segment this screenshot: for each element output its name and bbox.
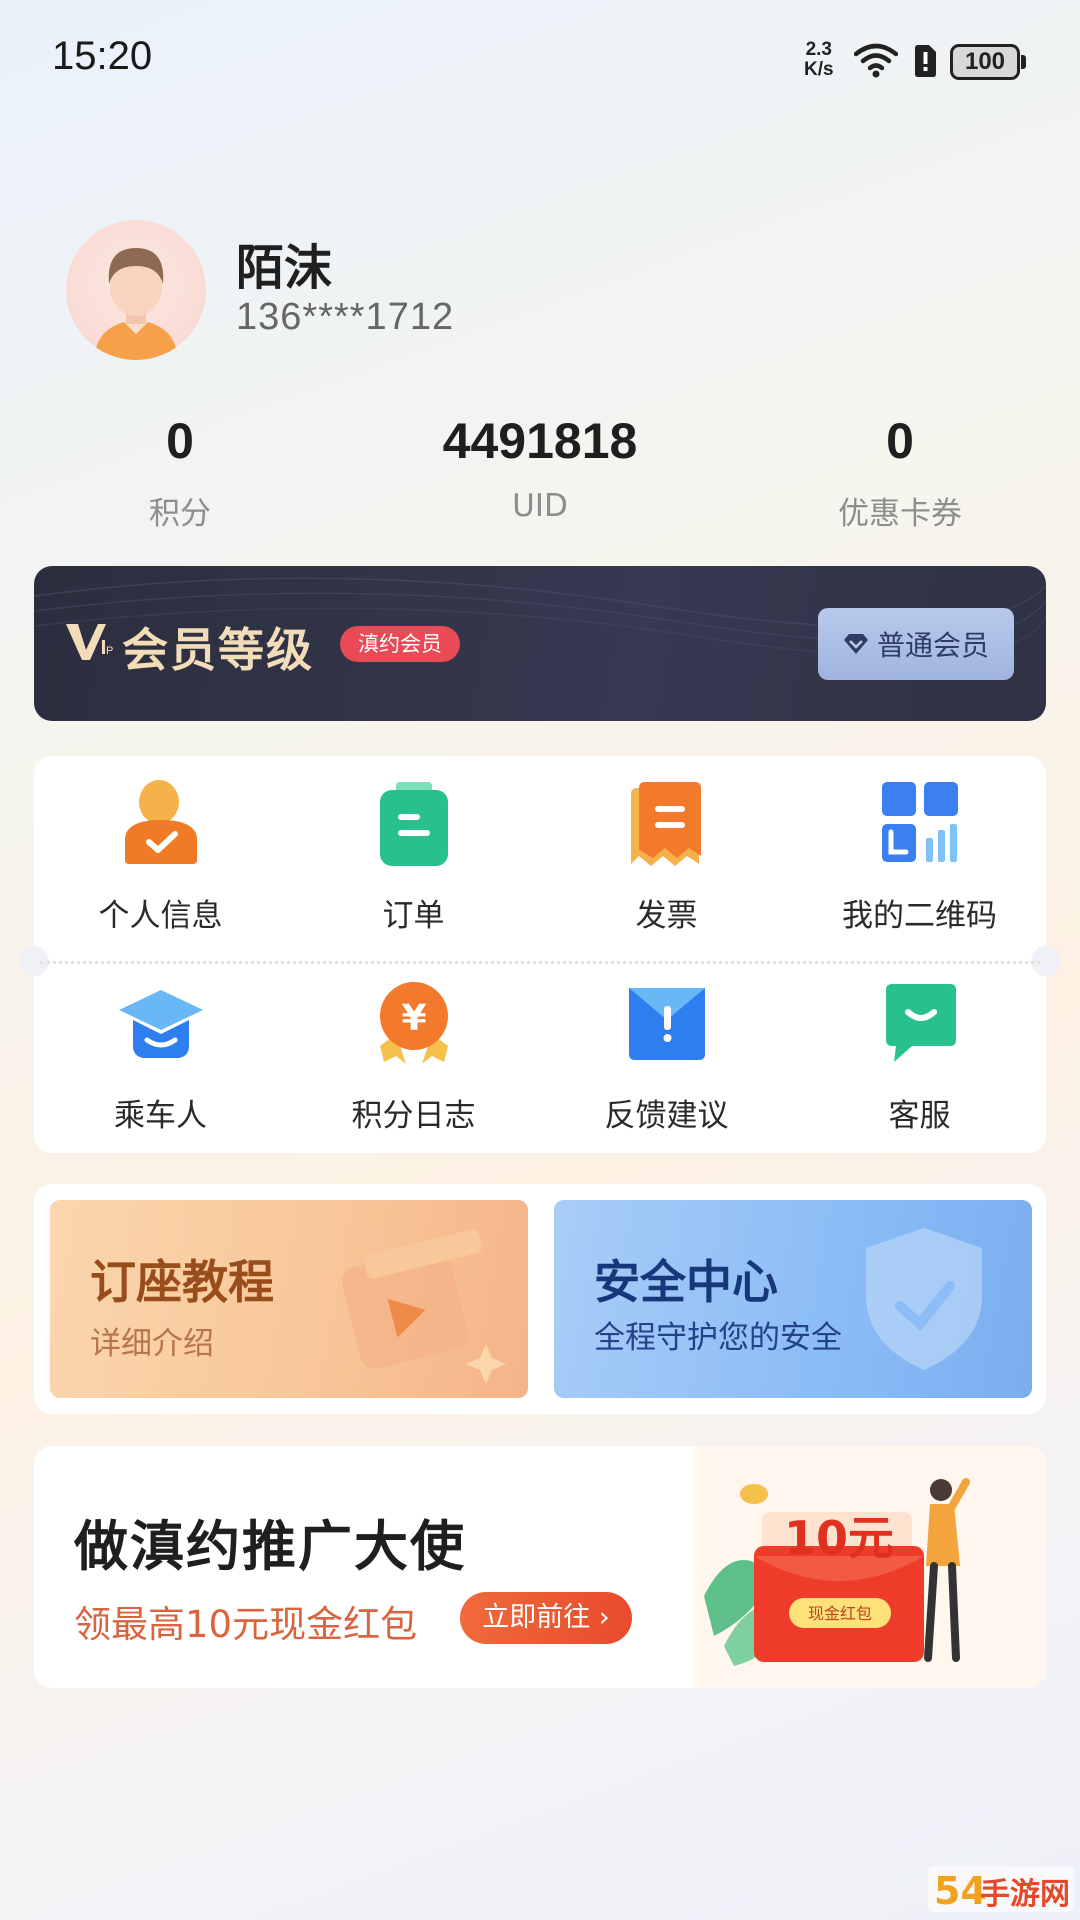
vip-level-button[interactable]: 普通会员 <box>818 608 1014 680</box>
vip-level-label: 普通会员 <box>876 629 989 662</box>
battery-icon: 100 <box>950 44 1026 80</box>
grid-item-invoice[interactable]: 发票 <box>540 776 793 935</box>
grid-label: 乘车人 <box>114 1098 207 1134</box>
stat-value: 0 <box>166 413 194 469</box>
feedback-icon <box>628 988 705 1060</box>
seat-tutorial-card[interactable]: 订座教程 详细介绍 <box>50 1200 528 1398</box>
grid-label: 客服 <box>888 1098 951 1134</box>
avatar[interactable] <box>66 220 206 360</box>
promo-title: 订座教程 <box>90 1255 274 1309</box>
diamond-icon <box>843 634 868 654</box>
network-speed: 2.3 K/s <box>804 39 834 80</box>
promo-title: 安全中心 <box>594 1255 778 1309</box>
stat-uid[interactable]: 4491818 UID <box>390 406 690 524</box>
vip-tag: 滇约会员 <box>340 626 460 662</box>
stat-label: 优惠卡券 <box>838 496 962 532</box>
invite-subtitle: 领最高10元现金红包 <box>74 1603 418 1646</box>
ambassador-banner[interactable]: 做滇约推广大使 领最高10元现金红包 立即前往 › 10元 现金红包 <box>34 1446 1046 1688</box>
go-now-button[interactable]: 立即前往 › <box>460 1592 632 1644</box>
wifi-icon <box>854 43 898 78</box>
envelope-label: 现金红包 <box>808 1604 872 1623</box>
video-clapper-icon <box>342 1229 506 1384</box>
envelope-amount: 10元 <box>784 1511 894 1565</box>
invoice-icon <box>630 782 701 866</box>
status-bar: 15:20 2.3 K/s 100 <box>0 0 1080 120</box>
site-watermark-logo: 54 手游网 <box>928 1866 1074 1913</box>
grid-item-customer-service[interactable]: 客服 <box>793 976 1046 1135</box>
avatar-person-icon <box>94 248 178 360</box>
shield-icon <box>866 1228 982 1370</box>
security-center-card[interactable]: 安全中心 全程守护您的安全 <box>554 1200 1032 1398</box>
stat-value: 4491818 <box>442 413 638 469</box>
promo-subtitle: 全程守护您的安全 <box>594 1320 842 1356</box>
passenger-icon <box>118 990 203 1058</box>
vip-banner[interactable]: P 会员等级 滇约会员 普通会员 <box>34 566 1046 721</box>
red-envelope-illustration: 10元 现金红包 <box>694 1446 1046 1688</box>
grid-label: 发票 <box>635 898 698 934</box>
stat-coupons[interactable]: 0 优惠卡券 <box>750 406 1050 533</box>
order-icon <box>379 782 448 866</box>
svg-text:¥: ¥ <box>401 998 426 1039</box>
points-log-icon: ¥ <box>379 982 448 1064</box>
vip-title: 会员等级 <box>122 623 314 677</box>
grid-item-points-log[interactable]: ¥ 积分日志 <box>287 976 540 1135</box>
user-name: 陌沫 <box>236 240 333 296</box>
stat-label: 积分 <box>149 496 211 532</box>
sim-icon <box>915 45 936 77</box>
personal-info-icon <box>124 780 197 864</box>
stat-value: 0 <box>886 413 914 469</box>
grid-item-personal-info[interactable]: 个人信息 <box>34 776 287 935</box>
invite-title: 做滇约推广大使 <box>74 1515 466 1578</box>
svg-text:P: P <box>106 645 113 657</box>
stat-label: UID <box>512 488 568 524</box>
grid-item-feedback[interactable]: 反馈建议 <box>540 976 793 1135</box>
status-time: 15:20 <box>52 34 153 78</box>
promo-subtitle: 详细介绍 <box>90 1326 214 1362</box>
customer-service-icon <box>885 984 956 1062</box>
grid-label: 订单 <box>382 898 445 934</box>
stat-points[interactable]: 0 积分 <box>30 406 330 533</box>
svg-text:手游网: 手游网 <box>980 1877 1070 1912</box>
qr-code-icon <box>881 782 958 862</box>
grid-label: 我的二维码 <box>842 898 997 934</box>
svg-text:54: 54 <box>934 1869 987 1913</box>
grid-divider <box>40 961 1040 964</box>
user-phone: 136****1712 <box>236 296 455 338</box>
grid-item-passenger[interactable]: 乘车人 <box>34 976 287 1135</box>
vip-logo-icon: P <box>66 624 113 660</box>
grid-label: 反馈建议 <box>604 1098 729 1134</box>
grid-label: 个人信息 <box>98 898 223 934</box>
grid-label: 积分日志 <box>351 1098 476 1134</box>
grid-item-orders[interactable]: 订单 <box>287 776 540 935</box>
grid-item-qr-code[interactable]: 我的二维码 <box>793 776 1046 935</box>
